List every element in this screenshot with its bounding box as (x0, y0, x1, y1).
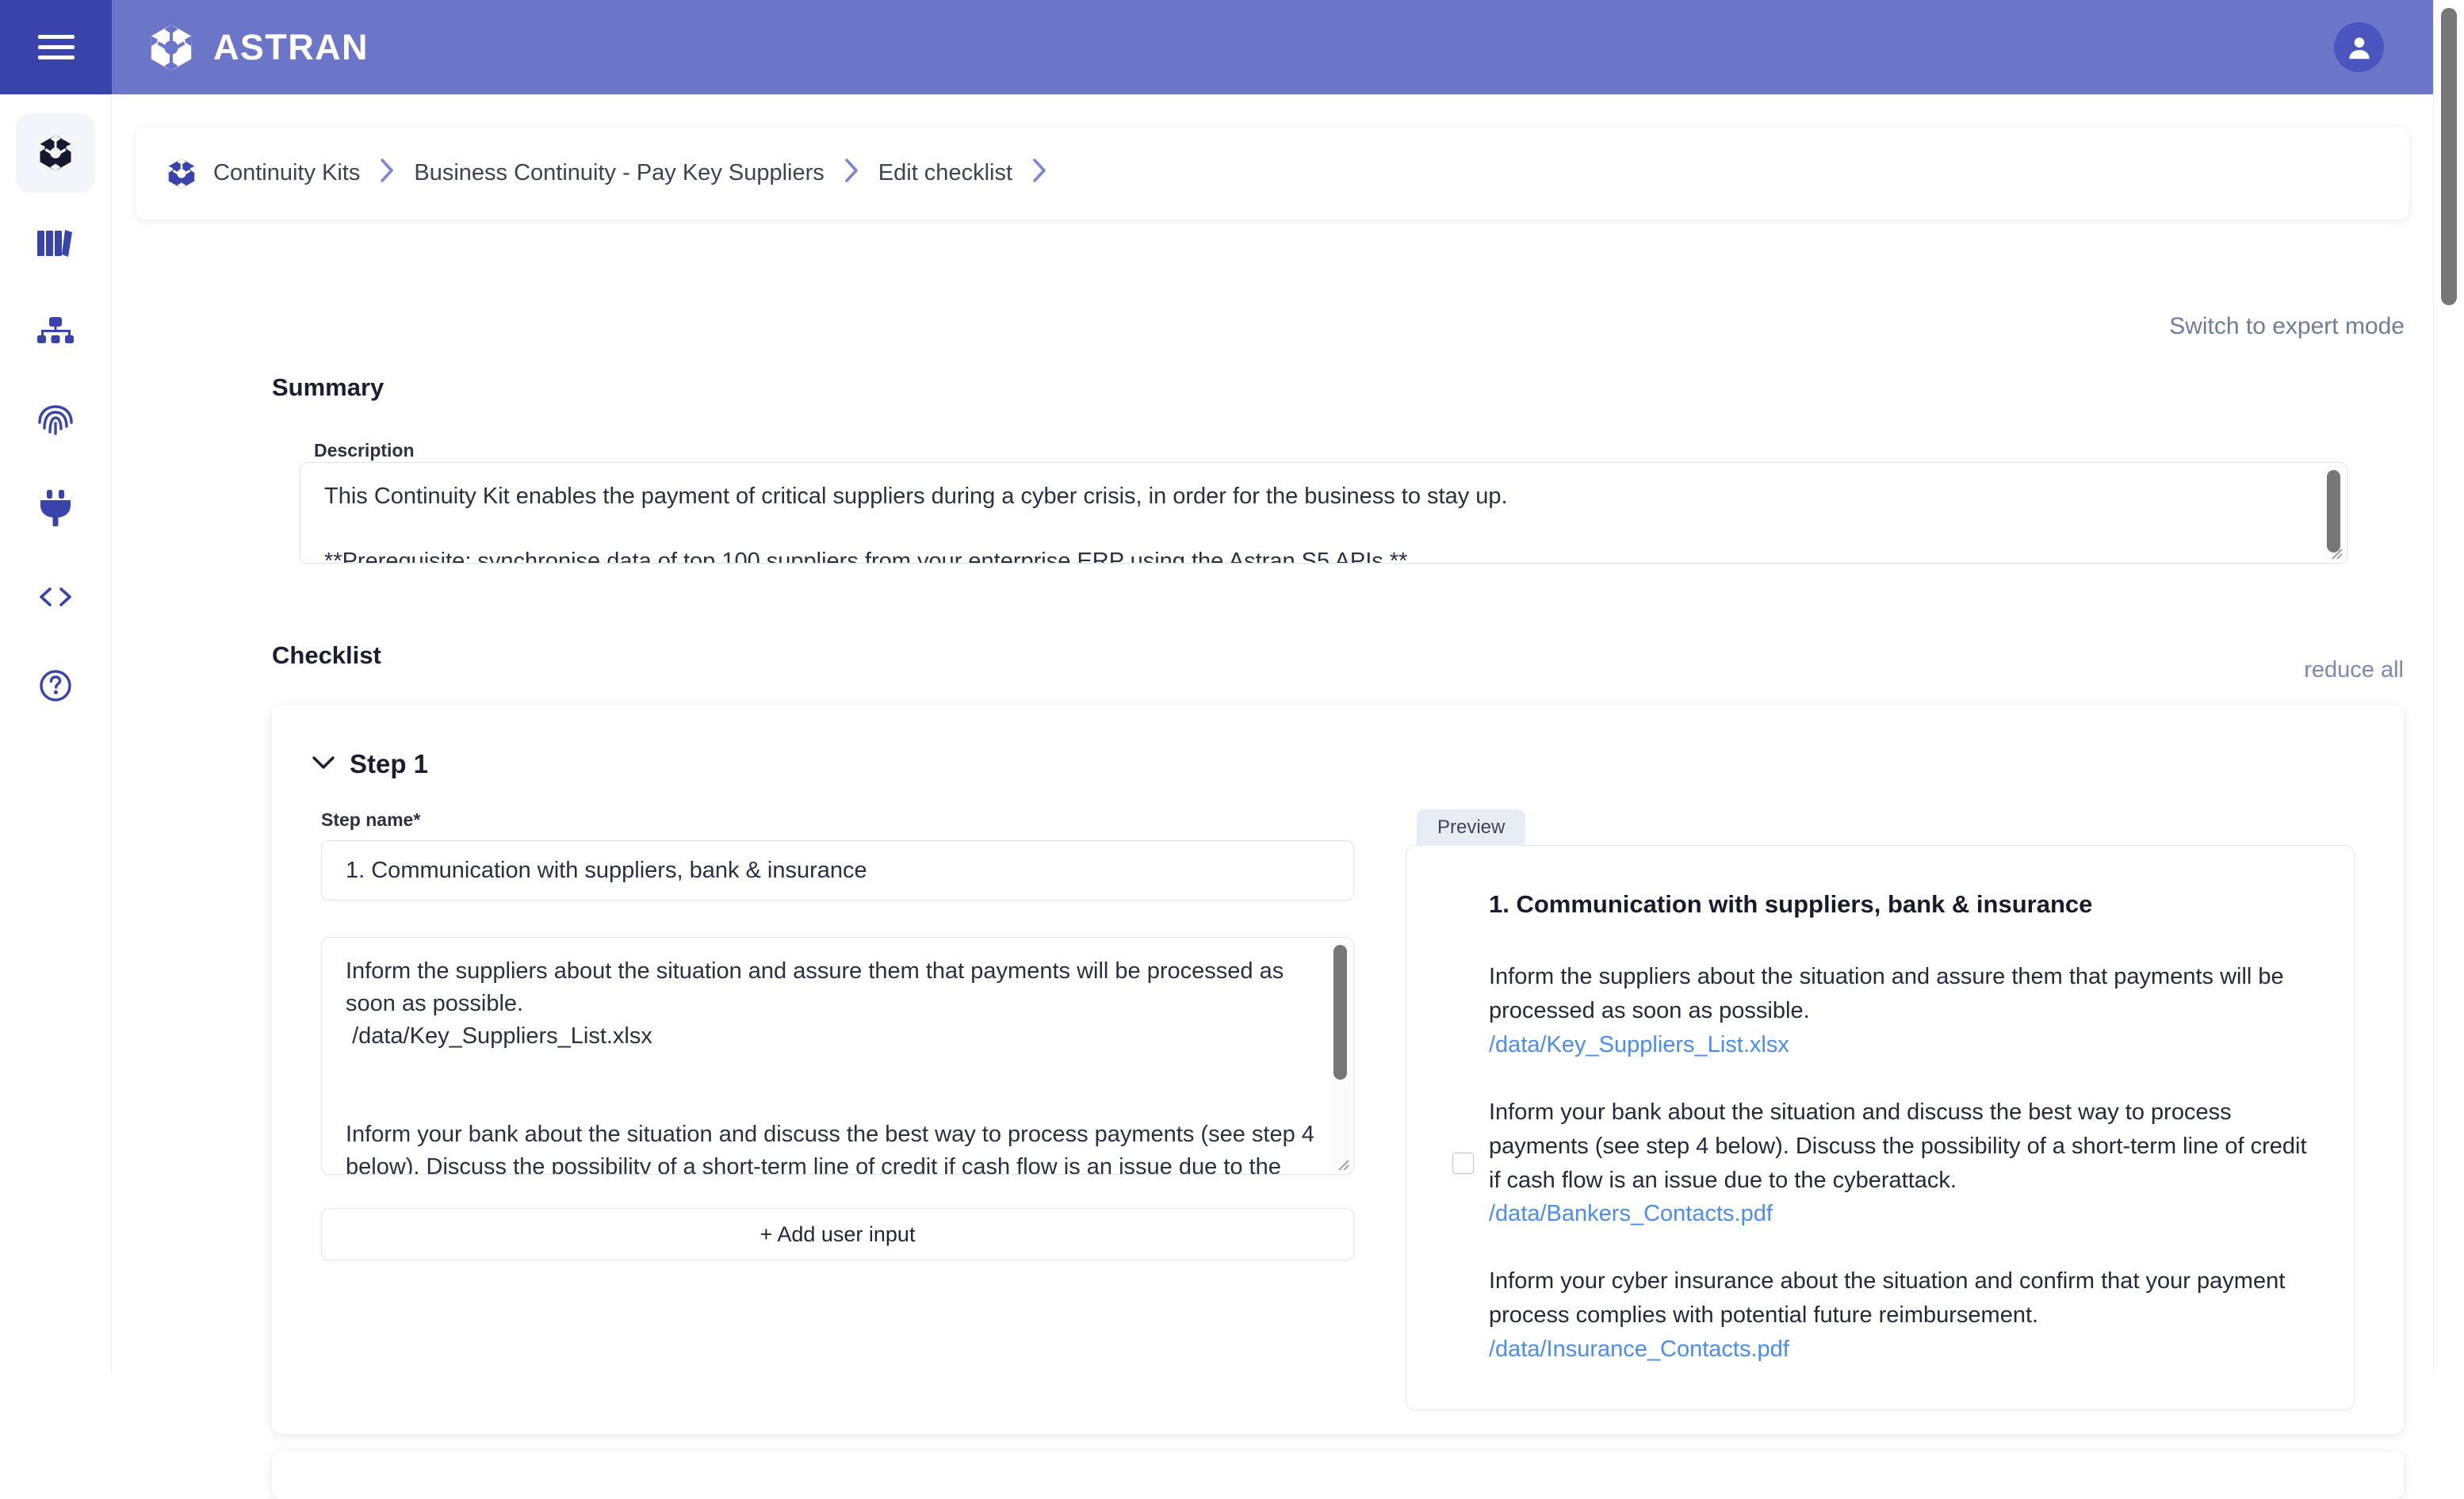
preview-item: Inform the suppliers about the situation… (1452, 960, 2308, 1062)
description-textarea-value: This Continuity Kit enables the payment … (324, 484, 1508, 564)
scrollbar-thumb[interactable] (2327, 470, 2340, 553)
preview-item: Inform your bank about the situation and… (1452, 1096, 2308, 1232)
books-library-icon (37, 230, 72, 257)
breadcrumb: Continuity Kits Business Continuity - Pa… (213, 158, 1066, 189)
sidebar-item-integrations[interactable] (16, 468, 95, 548)
step-header-toggle[interactable]: Step 1 (272, 705, 2404, 779)
add-user-input-button[interactable]: + Add user input (321, 1208, 1354, 1260)
power-plug-icon (40, 490, 71, 526)
resize-handle-icon[interactable] (1331, 1153, 1350, 1172)
preview-item-text-block: Inform the suppliers about the situation… (1489, 960, 2308, 1062)
description-label: Description (314, 440, 415, 461)
reduce-all-link[interactable]: reduce all (2304, 657, 2404, 683)
page-scrollbar-thumb[interactable] (2441, 8, 2457, 305)
brand[interactable]: ASTRAN (147, 23, 369, 72)
sidebar-item-help[interactable] (16, 646, 95, 725)
description-textarea[interactable]: This Continuity Kit enables the payment … (300, 462, 2347, 564)
breadcrumb-item-business-continuity[interactable]: Business Continuity - Pay Key Suppliers (414, 160, 824, 186)
step-description-textarea-scrollbar[interactable] (1330, 940, 1351, 1172)
sidebar-item-identity[interactable] (16, 380, 95, 459)
sidebar-item-continuity-kits[interactable] (16, 113, 95, 193)
description-field-wrapper: This Continuity Kit enables the payment … (300, 462, 2347, 564)
top-bar: ASTRAN (0, 0, 2433, 94)
preview-item-text-block: Inform your bank about the situation and… (1489, 1096, 2308, 1232)
hamburger-icon (37, 34, 75, 60)
step-name-label: Step name* (321, 809, 421, 830)
menu-toggle-button[interactable] (0, 0, 112, 94)
sidebar (0, 94, 112, 1373)
step-header-label: Step 1 (350, 749, 429, 778)
scrollbar-thumb[interactable] (1333, 945, 1347, 1080)
preview-tab[interactable]: Preview (1417, 809, 1526, 845)
avatar[interactable] (2334, 22, 2384, 72)
step-card: Step 1 Step name* 1. Communication with … (272, 705, 2404, 1434)
chevron-right-icon (1031, 158, 1047, 189)
user-avatar-icon (2348, 36, 2370, 59)
main-content: Continuity Kits Business Continuity - Pa… (112, 94, 2433, 1499)
sidebar-item-library[interactable] (16, 202, 95, 281)
preview-item-link[interactable]: /data/Insurance_Contacts.pdf (1489, 1333, 2308, 1367)
preview-item-link[interactable]: /data/Key_Suppliers_List.xlsx (1489, 1028, 2308, 1062)
hexagon-cube-icon (40, 135, 71, 171)
preview-title: 1. Communication with suppliers, bank & … (1489, 890, 2093, 918)
code-brackets-icon (40, 587, 71, 606)
chevron-right-icon (844, 158, 859, 189)
next-step-card[interactable] (272, 1451, 2404, 1499)
chevron-right-icon (379, 158, 395, 189)
breadcrumb-item-edit-checklist[interactable]: Edit checklist (878, 160, 1012, 186)
summary-heading: Summary (272, 373, 385, 401)
astran-hexagon-logo-icon (151, 24, 192, 71)
preview-checkbox-slot (1452, 1153, 1489, 1175)
org-chart-icon (37, 317, 74, 343)
preview-item-text-block: Inform your cyber insurance about the si… (1489, 1264, 2308, 1367)
fingerprint-icon (38, 405, 73, 435)
breadcrumb-item-continuity-kits[interactable]: Continuity Kits (213, 160, 360, 186)
step-body: Step name* 1. Communication with supplie… (272, 779, 2404, 1411)
step-name-input[interactable]: 1. Communication with suppliers, bank & … (321, 840, 1354, 901)
preview-column: Preview 1. Communication with suppliers,… (1406, 809, 2404, 1411)
preview-item-text: Inform the suppliers about the situation… (1489, 964, 2284, 1023)
breadcrumb-card: Continuity Kits Business Continuity - Pa… (136, 127, 2409, 220)
step-description-textarea[interactable]: Inform the suppliers about the situation… (321, 937, 1354, 1175)
preview-panel: 1. Communication with suppliers, bank & … (1406, 845, 2355, 1411)
preview-item-checkbox[interactable] (1452, 1153, 1474, 1175)
sidebar-item-developers[interactable] (16, 557, 95, 637)
preview-item-text: Inform your bank about the situation and… (1489, 1099, 2307, 1193)
resize-handle-icon[interactable] (2324, 541, 2343, 560)
sidebar-item-organisation[interactable] (16, 291, 95, 370)
switch-to-expert-mode-link[interactable]: Switch to expert mode (2169, 313, 2405, 340)
preview-item-text: Inform your cyber insurance about the si… (1489, 1268, 2286, 1329)
step-description-field-wrapper: Inform the suppliers about the situation… (321, 937, 1354, 1175)
preview-item: Inform your cyber insurance about the si… (1452, 1264, 2308, 1367)
step-description-textarea-value: Inform the suppliers about the situation… (346, 958, 1314, 1175)
app-root: ASTRAN Continuity Kits Business Continui… (0, 0, 2464, 1499)
astran-hexagon-logo-icon (168, 158, 195, 189)
chevron-down-icon (312, 755, 335, 774)
step-editor-column: Step name* 1. Communication with supplie… (272, 809, 1406, 1410)
brand-name: ASTRAN (213, 26, 369, 67)
checklist-heading: Checklist (272, 641, 381, 669)
page-scrollbar[interactable] (2433, 0, 2464, 1373)
preview-item-link[interactable]: /data/Bankers_Contacts.pdf (1489, 1197, 2308, 1231)
question-circle-icon (40, 670, 71, 702)
